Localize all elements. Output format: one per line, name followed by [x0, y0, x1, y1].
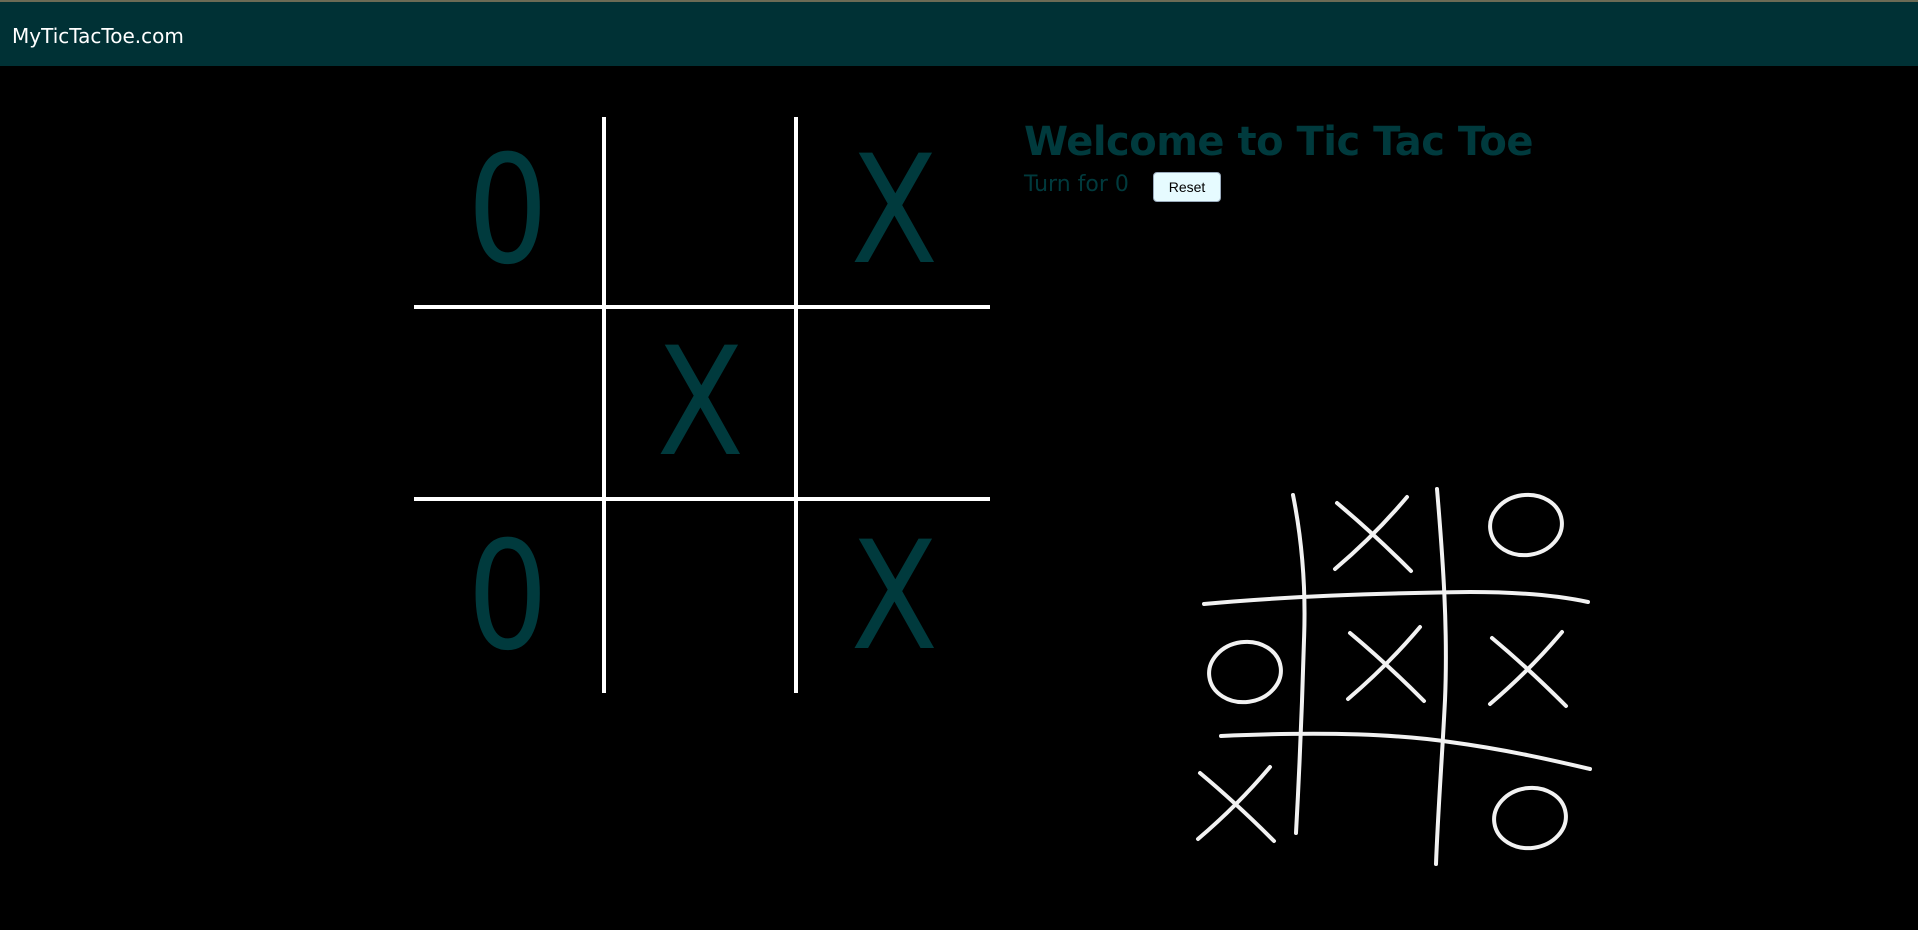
cell-mark: X — [850, 124, 938, 298]
game-board: 0 X X 0 X — [414, 117, 990, 693]
turn-indicator: Turn for 0 — [1024, 172, 1129, 197]
cell-mark: 0 — [467, 510, 549, 684]
turn-row: Turn for 0 Reset — [1024, 172, 1221, 202]
board-cell-6[interactable] — [798, 309, 990, 501]
game-info: Welcome to Tic Tac Toe Turn for 0 Reset — [1024, 118, 1533, 202]
page-title: Welcome to Tic Tac Toe — [1024, 119, 1533, 165]
sketch-grid-line — [1219, 731, 1592, 771]
cell-mark: X — [656, 316, 744, 490]
sketch-o-mark — [1207, 639, 1283, 705]
board-cell-5[interactable]: X — [606, 309, 798, 501]
board-cell-7[interactable]: 0 — [414, 501, 606, 693]
cell-mark: X — [850, 510, 938, 684]
brand-link[interactable]: MyTicTacToe.com — [12, 24, 184, 48]
sketch-grid-line — [1291, 493, 1307, 835]
board-cell-8[interactable] — [606, 501, 798, 693]
board-cell-4[interactable] — [414, 309, 606, 501]
sketch-grid-line — [1434, 487, 1448, 866]
board-cell-9[interactable]: X — [798, 501, 990, 693]
cell-mark: 0 — [467, 124, 549, 298]
reset-button[interactable]: Reset — [1153, 172, 1221, 202]
sketch-x-mark — [1490, 636, 1568, 708]
board-cell-1[interactable]: 0 — [414, 117, 606, 309]
board-cell-3[interactable]: X — [798, 117, 990, 309]
sketch-x-mark — [1348, 631, 1426, 703]
sketch-grid-line — [1202, 590, 1590, 606]
hand-drawn-tic-tac-toe-icon — [1196, 487, 1592, 866]
sketch-o-mark — [1492, 785, 1568, 851]
sketch-x-mark — [1335, 501, 1413, 573]
sketch-o-mark — [1488, 492, 1564, 558]
board-cell-2[interactable] — [606, 117, 798, 309]
navbar: MyTicTacToe.com — [0, 2, 1918, 66]
sketch-x-mark — [1198, 771, 1276, 843]
